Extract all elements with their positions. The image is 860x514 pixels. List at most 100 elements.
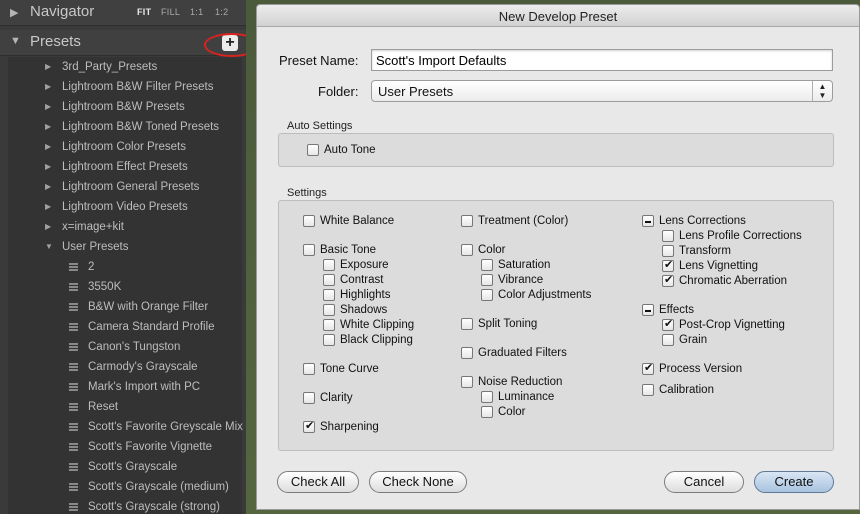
- folder-select[interactable]: User Presets ▲ ▼: [371, 80, 833, 102]
- select-arrows-icon: ▲ ▼: [812, 81, 832, 101]
- preset-name-input[interactable]: [371, 49, 833, 71]
- zoom-1-2-option[interactable]: 1:2: [215, 7, 228, 17]
- checkbox-icon: [303, 392, 315, 404]
- preset-folder[interactable]: ▶ Lightroom B&W Toned Presets: [8, 117, 242, 137]
- create-button[interactable]: Create: [754, 471, 834, 493]
- zoom-fit-option[interactable]: FIT: [137, 7, 151, 17]
- preset-item[interactable]: Scott's Grayscale (strong): [8, 497, 242, 514]
- preset-folder[interactable]: ▶ Lightroom Effect Presets: [8, 157, 242, 177]
- preset-folder-label: User Presets: [62, 241, 129, 253]
- preset-folder-label: Lightroom General Presets: [62, 181, 200, 193]
- preset-item-label: Scott's Grayscale (medium): [88, 481, 229, 493]
- checkbox-icon: [461, 347, 473, 359]
- collapsed-triangle-icon[interactable]: ▶: [45, 217, 51, 237]
- setting-label: Tone Curve: [320, 363, 379, 375]
- preset-folder[interactable]: ▶ Lightroom B&W Presets: [8, 97, 242, 117]
- expand-triangle-icon[interactable]: ▼: [10, 35, 21, 47]
- setting-label: Graduated Filters: [478, 347, 567, 359]
- preset-item[interactable]: Mark's Import with PC: [8, 377, 242, 397]
- preset-item[interactable]: Canon's Tungston: [8, 337, 242, 357]
- setting-label: Contrast: [340, 274, 384, 286]
- setting-label: Split Toning: [478, 318, 538, 330]
- preset-folder[interactable]: ▶ Lightroom Video Presets: [8, 197, 242, 217]
- preset-item-label: B&W with Orange Filter: [88, 301, 209, 313]
- collapsed-triangle-icon[interactable]: ▶: [45, 197, 51, 217]
- preset-item[interactable]: Reset: [8, 397, 242, 417]
- preset-item-label: Canon's Tungston: [88, 341, 181, 353]
- setting-label: Exposure: [340, 259, 389, 271]
- checkbox-icon: [461, 215, 473, 227]
- checkbox-icon: [662, 334, 674, 346]
- collapsed-triangle-icon[interactable]: ▶: [45, 57, 51, 77]
- checkbox-icon: [481, 259, 493, 271]
- collapsed-triangle-icon[interactable]: ▶: [45, 137, 51, 157]
- preset-item[interactable]: Scott's Favorite Vignette: [8, 437, 242, 457]
- collapse-triangle-icon[interactable]: ▶: [10, 6, 18, 19]
- checkbox-icon: [323, 304, 335, 316]
- checkbox-icon: [303, 244, 315, 256]
- preset-icon: [69, 283, 78, 291]
- navigator-panel-header[interactable]: ▶ Navigator FIT FILL 1:1 1:2: [0, 0, 246, 26]
- preset-item[interactable]: 3550K: [8, 277, 242, 297]
- preset-item[interactable]: Scott's Grayscale (medium): [8, 477, 242, 497]
- preset-item-label: Scott's Favorite Vignette: [88, 441, 213, 453]
- preset-folder-label: x=image+kit: [62, 221, 125, 233]
- presets-title: Presets: [30, 33, 81, 50]
- preset-item[interactable]: Scott's Grayscale: [8, 457, 242, 477]
- setting-label: White Clipping: [340, 319, 415, 331]
- setting-label: Luminance: [498, 391, 555, 403]
- preset-item[interactable]: 2: [8, 257, 242, 277]
- preset-folder[interactable]: ▶ Lightroom General Presets: [8, 177, 242, 197]
- cancel-button[interactable]: Cancel: [664, 471, 744, 493]
- collapsed-triangle-icon[interactable]: ▶: [45, 157, 51, 177]
- checkbox-icon: [481, 406, 493, 418]
- preset-folder[interactable]: ▼ User Presets: [8, 237, 242, 257]
- preset-folder[interactable]: ▶ Lightroom Color Presets: [8, 137, 242, 157]
- setting-label: Lens Profile Corrections: [679, 230, 802, 242]
- preset-folder[interactable]: ▶ x=image+kit: [8, 217, 242, 237]
- collapsed-triangle-icon[interactable]: ▶: [45, 117, 51, 137]
- zoom-1-1-option[interactable]: 1:1: [190, 7, 203, 17]
- preset-item[interactable]: Scott's Favorite Greyscale Mix: [8, 417, 243, 437]
- setting-label: Color Adjustments: [498, 289, 592, 301]
- collapsed-triangle-icon[interactable]: ▶: [45, 97, 51, 117]
- preset-item[interactable]: Carmody's Grayscale: [8, 357, 242, 377]
- collapsed-triangle-icon[interactable]: ▶: [45, 177, 51, 197]
- setting-label: Lens Vignetting: [679, 260, 759, 272]
- setting-label: Chromatic Aberration: [679, 275, 788, 287]
- checkbox-icon: [307, 144, 319, 156]
- preset-folder[interactable]: ▶ Lightroom B&W Filter Presets: [8, 77, 242, 97]
- preset-icon: [69, 263, 78, 271]
- checkbox-icon: [323, 334, 335, 346]
- preset-icon: [69, 423, 78, 431]
- setting-label: Transform: [679, 245, 731, 257]
- checkbox-icon: [303, 215, 315, 227]
- check-none-button[interactable]: Check None: [369, 471, 467, 493]
- preset-item[interactable]: Camera Standard Profile: [8, 317, 242, 337]
- setting-label: Highlights: [340, 289, 391, 301]
- checkbox-icon: [323, 319, 335, 331]
- check-all-button[interactable]: Check All: [277, 471, 359, 493]
- preset-folder-label: Lightroom B&W Filter Presets: [62, 81, 214, 93]
- setting-label: Lens Corrections: [659, 215, 746, 227]
- preset-folder-label: Lightroom B&W Toned Presets: [62, 121, 220, 133]
- preset-icon: [69, 383, 78, 391]
- zoom-fill-option[interactable]: FILL: [161, 7, 180, 17]
- preset-item-label: Mark's Import with PC: [88, 381, 201, 393]
- expanded-triangle-icon[interactable]: ▼: [45, 237, 53, 257]
- navigator-title: Navigator: [30, 3, 95, 20]
- preset-icon: [69, 403, 78, 411]
- preset-tree: ▶ 3rd_Party_Presets ▶ Lightroom B&W Filter …: [8, 57, 243, 514]
- preset-folder[interactable]: ▶ 3rd_Party_Presets: [8, 57, 242, 77]
- collapsed-triangle-icon[interactable]: ▶: [45, 77, 51, 97]
- setting-label: White Balance: [320, 215, 395, 227]
- auto-settings-group: Auto Tone: [278, 133, 834, 167]
- preset-item[interactable]: B&W with Orange Filter: [8, 297, 242, 317]
- mixed-state-icon: [642, 304, 654, 316]
- checkbox-icon: [461, 376, 473, 388]
- preset-folder-label: Lightroom Video Presets: [62, 201, 188, 213]
- preset-item-label: Scott's Grayscale (strong): [88, 501, 220, 513]
- preset-item-label: Scott's Favorite Greyscale Mix: [88, 421, 243, 433]
- checkbox-icon: [642, 384, 654, 396]
- setting-label: Process Version: [659, 363, 743, 375]
